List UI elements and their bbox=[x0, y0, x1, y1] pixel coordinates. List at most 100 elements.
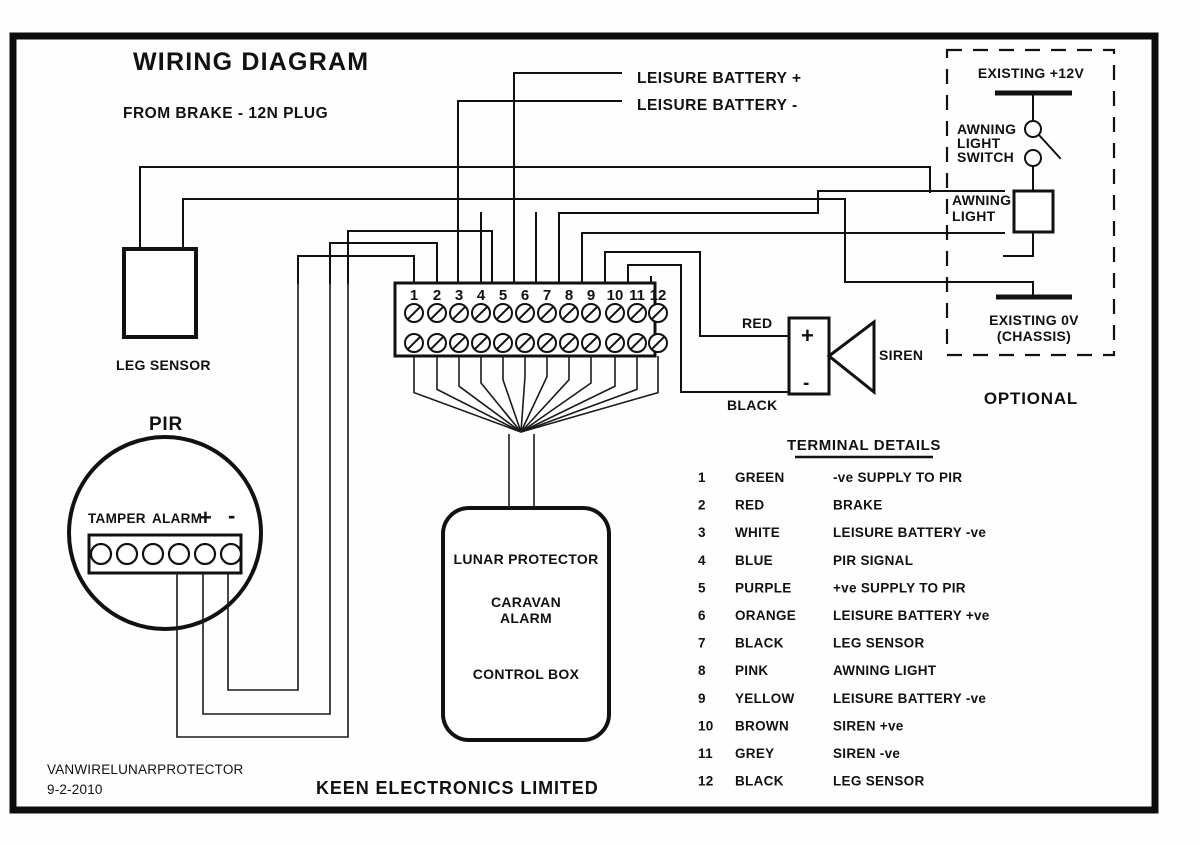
terminal-screw-7-row1[interactable] bbox=[537, 303, 557, 323]
terminal-details-row: 10 BROWN SIREN +ve bbox=[698, 718, 904, 733]
pir-tamper-label: TAMPER bbox=[88, 511, 146, 526]
terminal-detail-colour: BLACK bbox=[735, 636, 784, 651]
awning-switch-lever[interactable] bbox=[1037, 133, 1062, 160]
terminal-detail-number: 2 bbox=[698, 498, 706, 513]
terminal-screw-6-row1[interactable] bbox=[515, 303, 535, 323]
terminal-screw-4-row2[interactable] bbox=[471, 333, 491, 353]
terminal-screw-5-row1[interactable] bbox=[493, 303, 513, 323]
terminal-screw-8-row2[interactable] bbox=[559, 333, 579, 353]
siren-plus-terminal: + bbox=[801, 323, 814, 348]
terminal-detail-function: SIREN +ve bbox=[833, 718, 904, 733]
terminal-detail-number: 4 bbox=[698, 553, 706, 568]
from-brake-label: FROM BRAKE - 12N PLUG bbox=[123, 105, 328, 122]
terminal-detail-function: AWNING LIGHT bbox=[833, 663, 937, 678]
terminal-screw-12-row1[interactable] bbox=[648, 303, 668, 323]
terminal-detail-number: 7 bbox=[698, 636, 706, 651]
terminal-screw-2-row2[interactable] bbox=[427, 333, 447, 353]
pir-terminal-hole-2[interactable] bbox=[115, 542, 139, 566]
wiring-diagram-canvas: WIRING DIAGRAM FROM BRAKE - 12N PLUG LEI… bbox=[9, 32, 1159, 814]
terminal-detail-colour: BROWN bbox=[735, 718, 789, 733]
terminal-screw-6-row2[interactable] bbox=[515, 333, 535, 353]
terminal-details-row: 1 GREEN -ve SUPPLY TO PIR bbox=[698, 470, 962, 485]
pir-minus-label: - bbox=[228, 503, 235, 528]
terminal-number: 6 bbox=[521, 287, 529, 304]
terminal-detail-number: 11 bbox=[698, 746, 713, 761]
siren-label: SIREN bbox=[879, 347, 923, 363]
terminal-screw-3-row2[interactable] bbox=[449, 333, 469, 353]
pir-label: PIR bbox=[149, 414, 183, 435]
awning-light-label-2: LIGHT bbox=[952, 208, 996, 224]
terminal-screw-2-row1[interactable] bbox=[427, 303, 447, 323]
wire-loom-fan bbox=[413, 356, 659, 433]
terminal-number: 10 bbox=[607, 287, 624, 304]
terminal-detail-function: LEISURE BATTERY -ve bbox=[833, 525, 986, 540]
terminal-screw-9-row1[interactable] bbox=[581, 303, 601, 323]
terminal-screw-1-row1[interactable] bbox=[404, 303, 424, 323]
control-box-line-3: ALARM bbox=[500, 610, 552, 626]
loom-wire-6 bbox=[520, 356, 526, 433]
terminal-number: 7 bbox=[543, 287, 551, 304]
pir-terminal-hole-4[interactable] bbox=[167, 542, 191, 566]
control-box-line-2: CARAVAN bbox=[491, 594, 561, 610]
terminal-screw-7-row2[interactable] bbox=[537, 333, 557, 353]
wiring-diagram-page: WIRING DIAGRAM FROM BRAKE - 12N PLUG LEI… bbox=[0, 0, 1200, 845]
terminal-details-row: 4 BLUE PIR SIGNAL bbox=[698, 553, 913, 568]
control-box-group[interactable]: LUNAR PROTECTOR CARAVAN ALARM CONTROL BO… bbox=[441, 506, 611, 742]
drawing-date-label: 9-2-2010 bbox=[47, 782, 103, 797]
leg-sensor-group: LEG SENSOR bbox=[116, 247, 211, 373]
leisure-battery-wires bbox=[457, 72, 622, 284]
drawing-ref-label: VANWIRELUNARPROTECTOR bbox=[47, 762, 244, 777]
terminal-screw-10-row2[interactable] bbox=[605, 333, 625, 353]
terminal-detail-function: LEG SENSOR bbox=[833, 636, 925, 651]
page-title: WIRING DIAGRAM bbox=[133, 48, 369, 76]
terminal-number: 9 bbox=[587, 287, 595, 304]
terminal-details-row: 5 PURPLE +ve SUPPLY TO PIR bbox=[698, 580, 965, 595]
terminal-screw-4-row1[interactable] bbox=[471, 303, 491, 323]
terminal-screw-5-row2[interactable] bbox=[493, 333, 513, 353]
leg-sensor-label: LEG SENSOR bbox=[116, 357, 211, 373]
pir-terminal-hole-1[interactable] bbox=[89, 542, 113, 566]
terminal-number: 3 bbox=[455, 287, 463, 304]
terminal-screw-9-row2[interactable] bbox=[581, 333, 601, 353]
terminal-detail-colour: YELLOW bbox=[735, 691, 795, 706]
terminal-detail-colour: RED bbox=[735, 498, 764, 513]
terminal-screw-8-row1[interactable] bbox=[559, 303, 579, 323]
existing-0v-label-1: EXISTING 0V bbox=[989, 312, 1079, 328]
pir-terminal-hole-3[interactable] bbox=[141, 542, 165, 566]
terminal-details-row: 2 RED BRAKE bbox=[698, 498, 882, 513]
terminal-number: 8 bbox=[565, 287, 573, 304]
pir-terminal-hole-5[interactable] bbox=[193, 542, 217, 566]
existing-0v-label-2: (CHASSIS) bbox=[997, 328, 1071, 344]
terminal-detail-function: PIR SIGNAL bbox=[833, 553, 913, 568]
leisure-battery-neg-label: LEISURE BATTERY - bbox=[637, 97, 798, 114]
pir-plus-label: + bbox=[199, 505, 212, 530]
leg-sensor-box bbox=[122, 247, 198, 339]
terminal-screw-10-row1[interactable] bbox=[605, 303, 625, 323]
terminal-number: 12 bbox=[650, 287, 667, 304]
terminal-screw-11-row2[interactable] bbox=[627, 333, 647, 353]
terminal-screw-3-row1[interactable] bbox=[449, 303, 469, 323]
terminal-detail-colour: BLACK bbox=[735, 774, 784, 789]
awning-switch-label-3: SWITCH bbox=[957, 149, 1014, 165]
terminal-detail-number: 8 bbox=[698, 663, 706, 678]
terminal-detail-function: LEISURE BATTERY +ve bbox=[833, 608, 990, 623]
terminal-details-table: TERMINAL DETAILS 1 GREEN -ve SUPPLY TO PIR… bbox=[698, 437, 990, 789]
terminal-screw-11-row1[interactable] bbox=[627, 303, 647, 323]
terminal-detail-colour: BLUE bbox=[735, 553, 773, 568]
terminal-detail-colour: PINK bbox=[735, 663, 768, 678]
terminal-screw-12-row2[interactable] bbox=[648, 333, 668, 353]
terminal-block[interactable]: 1 2 3 4 5 6 7 8 9 10 11 12 bbox=[393, 281, 668, 358]
pir-group[interactable]: PIR TAMPER ALARM + - bbox=[67, 414, 263, 631]
optional-label: OPTIONAL bbox=[984, 389, 1078, 408]
terminal-number: 5 bbox=[499, 287, 507, 304]
company-label: KEEN ELECTRONICS LIMITED bbox=[316, 778, 599, 798]
terminal-detail-colour: PURPLE bbox=[735, 580, 792, 595]
pir-terminal-hole-6[interactable] bbox=[219, 542, 243, 566]
control-box-line-1: LUNAR PROTECTOR bbox=[453, 551, 598, 567]
awning-switch-contact-bottom bbox=[1024, 149, 1042, 167]
awning-light-label-1: AWNING bbox=[952, 192, 1011, 208]
terminal-detail-number: 10 bbox=[698, 718, 714, 733]
optional-section: EXISTING +12V AWNING LIGHT SWITCH AWNING… bbox=[945, 48, 1116, 408]
terminal-detail-number: 1 bbox=[698, 470, 706, 485]
terminal-screw-1-row2[interactable] bbox=[404, 333, 424, 353]
